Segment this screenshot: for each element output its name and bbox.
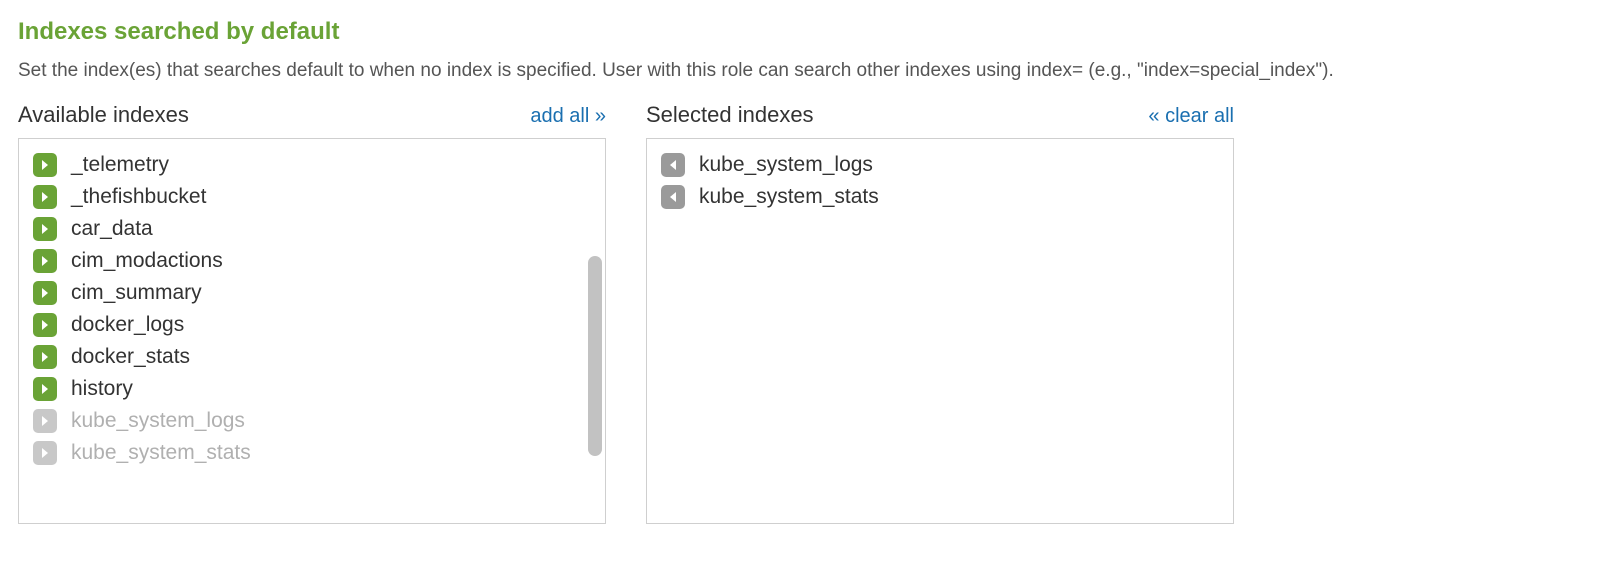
add-icon[interactable]	[33, 313, 57, 337]
selected-item-label: kube_system_logs	[699, 153, 873, 177]
selected-item[interactable]: kube_system_logs	[647, 149, 1233, 181]
add-icon[interactable]	[33, 217, 57, 241]
add-icon	[33, 441, 57, 465]
available-item-label: kube_system_logs	[71, 409, 245, 433]
available-item: kube_system_stats	[19, 437, 605, 469]
available-item-label: docker_stats	[71, 345, 190, 369]
available-item-label: cim_summary	[71, 281, 202, 305]
remove-icon[interactable]	[661, 185, 685, 209]
selected-item-label: kube_system_stats	[699, 185, 879, 209]
add-icon[interactable]	[33, 281, 57, 305]
available-item[interactable]: cim_modactions	[19, 245, 605, 277]
add-icon[interactable]	[33, 345, 57, 369]
available-item-label: _telemetry	[71, 153, 169, 177]
clear-all-link[interactable]: « clear all	[1148, 105, 1234, 128]
add-icon	[33, 409, 57, 433]
selected-header-title: Selected indexes	[646, 102, 814, 128]
available-item[interactable]: cim_summary	[19, 277, 605, 309]
add-all-link[interactable]: add all »	[530, 105, 606, 128]
selected-listbox[interactable]: kube_system_logs kube_system_stats	[646, 138, 1234, 524]
section-description: Set the index(es) that searches default …	[18, 60, 1582, 82]
scrollbar[interactable]	[588, 143, 602, 519]
available-item[interactable]: _telemetry	[19, 149, 605, 181]
available-item-label: docker_logs	[71, 313, 184, 337]
selected-item[interactable]: kube_system_stats	[647, 181, 1233, 213]
remove-icon[interactable]	[661, 153, 685, 177]
available-item-label: car_data	[71, 217, 153, 241]
add-icon[interactable]	[33, 377, 57, 401]
available-item[interactable]: history	[19, 373, 605, 405]
available-listbox[interactable]: _telemetry _thefishbucket car_data cim_moda…	[18, 138, 606, 524]
available-header: Available indexes add all »	[18, 102, 606, 128]
available-item-label: history	[71, 377, 133, 401]
selected-header: Selected indexes « clear all	[646, 102, 1234, 128]
available-panel: Available indexes add all » _telemetry_t…	[18, 102, 606, 524]
add-icon[interactable]	[33, 185, 57, 209]
available-item[interactable]: _thefishbucket	[19, 181, 605, 213]
selected-panel: Selected indexes « clear all kube_system…	[646, 102, 1234, 524]
scrollbar-thumb[interactable]	[588, 256, 602, 456]
available-item[interactable]: docker_logs	[19, 309, 605, 341]
add-icon[interactable]	[33, 153, 57, 177]
available-header-title: Available indexes	[18, 102, 189, 128]
available-item-label: kube_system_stats	[71, 441, 251, 465]
available-item[interactable]: car_data	[19, 213, 605, 245]
available-item: kube_system_logs	[19, 405, 605, 437]
section-title: Indexes searched by default	[18, 18, 1582, 46]
available-item-label: cim_modactions	[71, 249, 223, 273]
available-item-label: _thefishbucket	[71, 185, 206, 209]
add-icon[interactable]	[33, 249, 57, 273]
dual-list-container: Available indexes add all » _telemetry_t…	[18, 102, 1582, 524]
available-item[interactable]: docker_stats	[19, 341, 605, 373]
